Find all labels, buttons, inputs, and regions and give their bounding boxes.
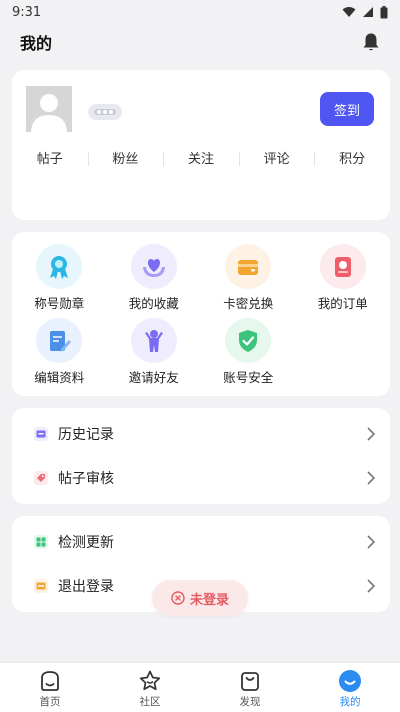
bottom-nav: 首页 社区 发现 我的 (0, 662, 400, 712)
stat-following[interactable]: 关注 (163, 148, 239, 167)
logout-icon (34, 579, 48, 593)
avatar[interactable] (26, 86, 72, 132)
heart-hands-icon (130, 244, 177, 289)
bag-icon (241, 671, 259, 691)
chevron-right-icon (367, 471, 376, 485)
feature-label: 我的收藏 (128, 296, 179, 311)
feature-label: 编辑资料 (34, 370, 85, 385)
shield-check-icon (225, 318, 272, 363)
feature-label: 邀请好友 (128, 370, 179, 385)
nav-profile[interactable]: 我的 (300, 663, 400, 712)
feature-security[interactable]: 账号安全 (201, 318, 296, 386)
menu-item-check-update[interactable]: 检测更新 (12, 520, 390, 564)
feature-card: 称号勋章 我的收藏 卡密兑换 我的订单 编辑资料 邀请好友 账号安全 (12, 232, 390, 396)
stat-fans[interactable]: 粉丝 (87, 148, 164, 167)
invite-friend-icon (130, 318, 177, 363)
feature-label: 卡密兑换 (223, 296, 274, 311)
chevron-right-icon (367, 535, 376, 549)
profile-card: 签到 帖子 粉丝 关注 评论 积分 (12, 70, 390, 220)
battery-icon (380, 5, 388, 18)
review-tag-icon (34, 471, 48, 485)
update-icon (34, 535, 48, 549)
star-icon (139, 670, 161, 690)
close-circle-icon (171, 591, 185, 605)
stat-posts[interactable]: 帖子 (12, 148, 88, 167)
chevron-right-icon (367, 579, 376, 593)
stat-points[interactable]: 积分 (314, 148, 390, 167)
nav-label: 首页 (39, 695, 61, 708)
feature-medal[interactable]: 称号勋章 (12, 244, 107, 312)
menu-label: 帖子审核 (58, 471, 114, 487)
nav-home[interactable]: 首页 (0, 663, 100, 712)
bell-icon[interactable] (362, 32, 380, 52)
medal-icon (36, 244, 83, 289)
chevron-right-icon (367, 427, 376, 441)
menu-label: 历史记录 (58, 427, 114, 443)
feature-label: 我的订单 (317, 296, 368, 311)
card-wallet-icon (225, 244, 272, 289)
checkin-button[interactable]: 签到 (320, 92, 374, 126)
nav-label: 发现 (239, 695, 261, 708)
feature-label: 账号安全 (223, 370, 274, 385)
feature-orders[interactable]: 我的订单 (296, 244, 391, 312)
nav-community[interactable]: 社区 (100, 663, 200, 712)
menu-item-history[interactable]: 历史记录 (12, 412, 390, 456)
header: 我的 (0, 24, 400, 60)
nav-discover[interactable]: 发现 (200, 663, 300, 712)
history-icon (34, 427, 48, 441)
edit-profile-icon (36, 318, 83, 363)
feature-edit-profile[interactable]: 编辑资料 (12, 318, 107, 386)
nav-label: 我的 (339, 695, 361, 708)
menu-item-post-review[interactable]: 帖子审核 (12, 456, 390, 500)
signal-icon (363, 7, 373, 17)
wifi-icon (342, 7, 356, 17)
level-badge (88, 104, 122, 120)
status-icons (342, 5, 388, 19)
stat-comments[interactable]: 评论 (238, 148, 315, 167)
status-bar: 9:31 (0, 0, 400, 24)
menu-label: 检测更新 (58, 535, 114, 551)
status-time: 9:31 (12, 4, 42, 20)
menu-card-history: 历史记录 帖子审核 (12, 408, 390, 504)
page-title: 我的 (20, 34, 53, 53)
stats-row: 帖子 粉丝 关注 评论 积分 (12, 144, 390, 170)
toast-text: 未登录 (189, 592, 229, 608)
feature-favorites[interactable]: 我的收藏 (107, 244, 202, 312)
profile-icon (339, 669, 361, 692)
order-icon (319, 244, 366, 289)
not-logged-in-toast: 未登录 (152, 580, 248, 616)
nav-label: 社区 (139, 695, 161, 708)
feature-redeem[interactable]: 卡密兑换 (201, 244, 296, 312)
feature-grid: 称号勋章 我的收藏 卡密兑换 我的订单 编辑资料 邀请好友 账号安全 (12, 244, 390, 386)
feature-invite[interactable]: 邀请好友 (107, 318, 202, 386)
home-icon (41, 670, 59, 691)
feature-label: 称号勋章 (34, 296, 85, 311)
